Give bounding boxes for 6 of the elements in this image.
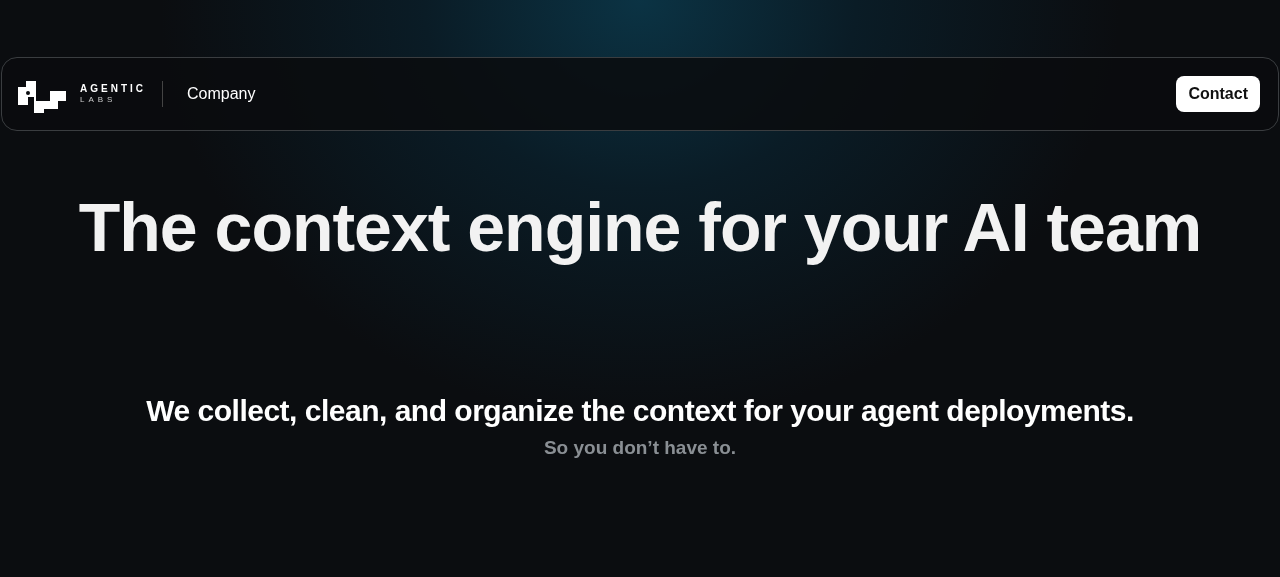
logo-name: AGENTIC [80, 84, 146, 94]
hero-subtitle: We collect, clean, and organize the context for your agent deployments. [145, 393, 1135, 429]
logo-subtitle: LABS [80, 96, 118, 104]
nav-link[interactable]: Company [187, 85, 256, 103]
hero-note: So you don’t have to. [542, 437, 738, 459]
contact-button[interactable]: Contact [1176, 76, 1260, 112]
